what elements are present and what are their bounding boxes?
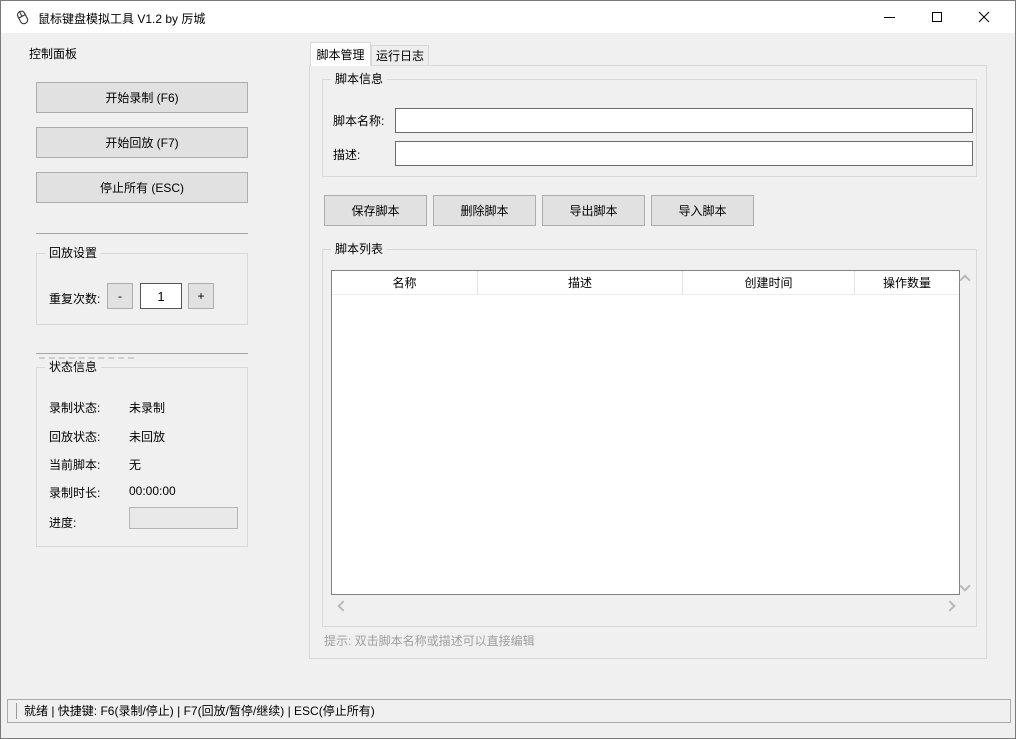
repeat-count-input[interactable] <box>140 283 182 309</box>
current-script-label: 当前脚本: <box>49 456 100 473</box>
scroll-up-icon[interactable] <box>959 274 970 285</box>
repeat-decrement-button[interactable]: - <box>107 283 133 309</box>
import-script-button[interactable]: 导入脚本 <box>651 195 754 226</box>
column-header-name[interactable]: 名称 <box>332 271 478 294</box>
script-manager-panel: 脚本信息 脚本名称: 描述: 保存脚本 删除脚本 导出脚本 导入脚本 脚本列表 … <box>309 65 987 659</box>
script-list-group: 脚本列表 名称 描述 创建时间 操作数量 <box>322 249 977 627</box>
close-button[interactable] <box>960 1 1007 33</box>
description-label: 描述: <box>333 146 360 163</box>
mouse-icon[interactable] <box>14 9 31 26</box>
minimize-button[interactable] <box>866 1 913 33</box>
maximize-icon <box>932 12 942 22</box>
record-duration-value: 00:00:00 <box>129 484 176 498</box>
paint-artifact <box>39 357 134 359</box>
stop-all-button[interactable]: 停止所有 (ESC) <box>36 172 248 203</box>
record-status-value: 未录制 <box>129 399 165 416</box>
script-info-group: 脚本信息 脚本名称: 描述: <box>322 79 977 177</box>
column-header-created[interactable]: 创建时间 <box>683 271 855 294</box>
script-info-title: 脚本信息 <box>331 72 387 86</box>
script-name-label: 脚本名称: <box>333 112 384 129</box>
scroll-left-icon[interactable] <box>337 600 348 611</box>
edit-hint: 提示: 双击脚本名称或描述可以直接编辑 <box>324 632 535 649</box>
tab-run-log[interactable]: 运行日志 <box>371 45 429 65</box>
control-panel-title: 控制面板 <box>29 45 77 62</box>
script-table-header: 名称 描述 创建时间 操作数量 <box>332 271 959 295</box>
script-table: 名称 描述 创建时间 操作数量 <box>331 270 960 595</box>
tab-script-manager[interactable]: 脚本管理 <box>310 42 371 66</box>
status-bar-separator <box>16 703 17 719</box>
status-info-title: 状态信息 <box>45 360 101 374</box>
separator <box>36 353 248 354</box>
start-record-button[interactable]: 开始录制 (F6) <box>36 82 248 113</box>
save-script-button[interactable]: 保存脚本 <box>324 195 427 226</box>
description-input[interactable] <box>395 141 973 166</box>
record-duration-label: 录制时长: <box>49 484 100 501</box>
playback-settings-title: 回放设置 <box>45 246 101 260</box>
script-table-body[interactable] <box>332 295 959 594</box>
progress-bar <box>129 507 238 529</box>
start-playback-button[interactable]: 开始回放 (F7) <box>36 127 248 158</box>
minimize-icon <box>884 17 895 18</box>
status-text: 就绪 | 快捷键: F6(录制/停止) | F7(回放/暂停/继续) | ESC… <box>24 700 375 722</box>
scroll-down-icon[interactable] <box>959 580 970 591</box>
delete-script-button[interactable]: 删除脚本 <box>433 195 536 226</box>
column-header-description[interactable]: 描述 <box>478 271 683 294</box>
window-title: 鼠标键盘模拟工具 V1.2 by 厉城 <box>38 10 205 27</box>
scroll-right-icon[interactable] <box>944 600 955 611</box>
maximize-button[interactable] <box>913 1 960 33</box>
repeat-increment-button[interactable]: + <box>188 283 214 309</box>
separator <box>36 233 248 234</box>
export-script-button[interactable]: 导出脚本 <box>542 195 645 226</box>
window-controls <box>866 1 1007 33</box>
script-name-input[interactable] <box>395 108 973 133</box>
status-bar: 就绪 | 快捷键: F6(录制/停止) | F7(回放/暂停/继续) | ESC… <box>7 699 1011 723</box>
repeat-count-label: 重复次数: <box>49 290 100 307</box>
script-list-title: 脚本列表 <box>331 242 387 256</box>
status-info-group: 状态信息 录制状态: 未录制 回放状态: 未回放 当前脚本: 无 录制时长: 0… <box>36 367 248 547</box>
playback-settings-group: 回放设置 重复次数: - + <box>36 253 248 325</box>
record-status-label: 录制状态: <box>49 399 100 416</box>
titlebar: 鼠标键盘模拟工具 V1.2 by 厉城 <box>1 1 1015 33</box>
current-script-value: 无 <box>129 456 141 473</box>
close-icon <box>978 11 990 23</box>
column-header-op-count[interactable]: 操作数量 <box>855 271 959 294</box>
playback-status-label: 回放状态: <box>49 428 100 445</box>
progress-label: 进度: <box>49 514 76 531</box>
playback-status-value: 未回放 <box>129 428 165 445</box>
app-window: 鼠标键盘模拟工具 V1.2 by 厉城 控制面板 开始录制 (F6) 开始回放 … <box>0 0 1016 739</box>
